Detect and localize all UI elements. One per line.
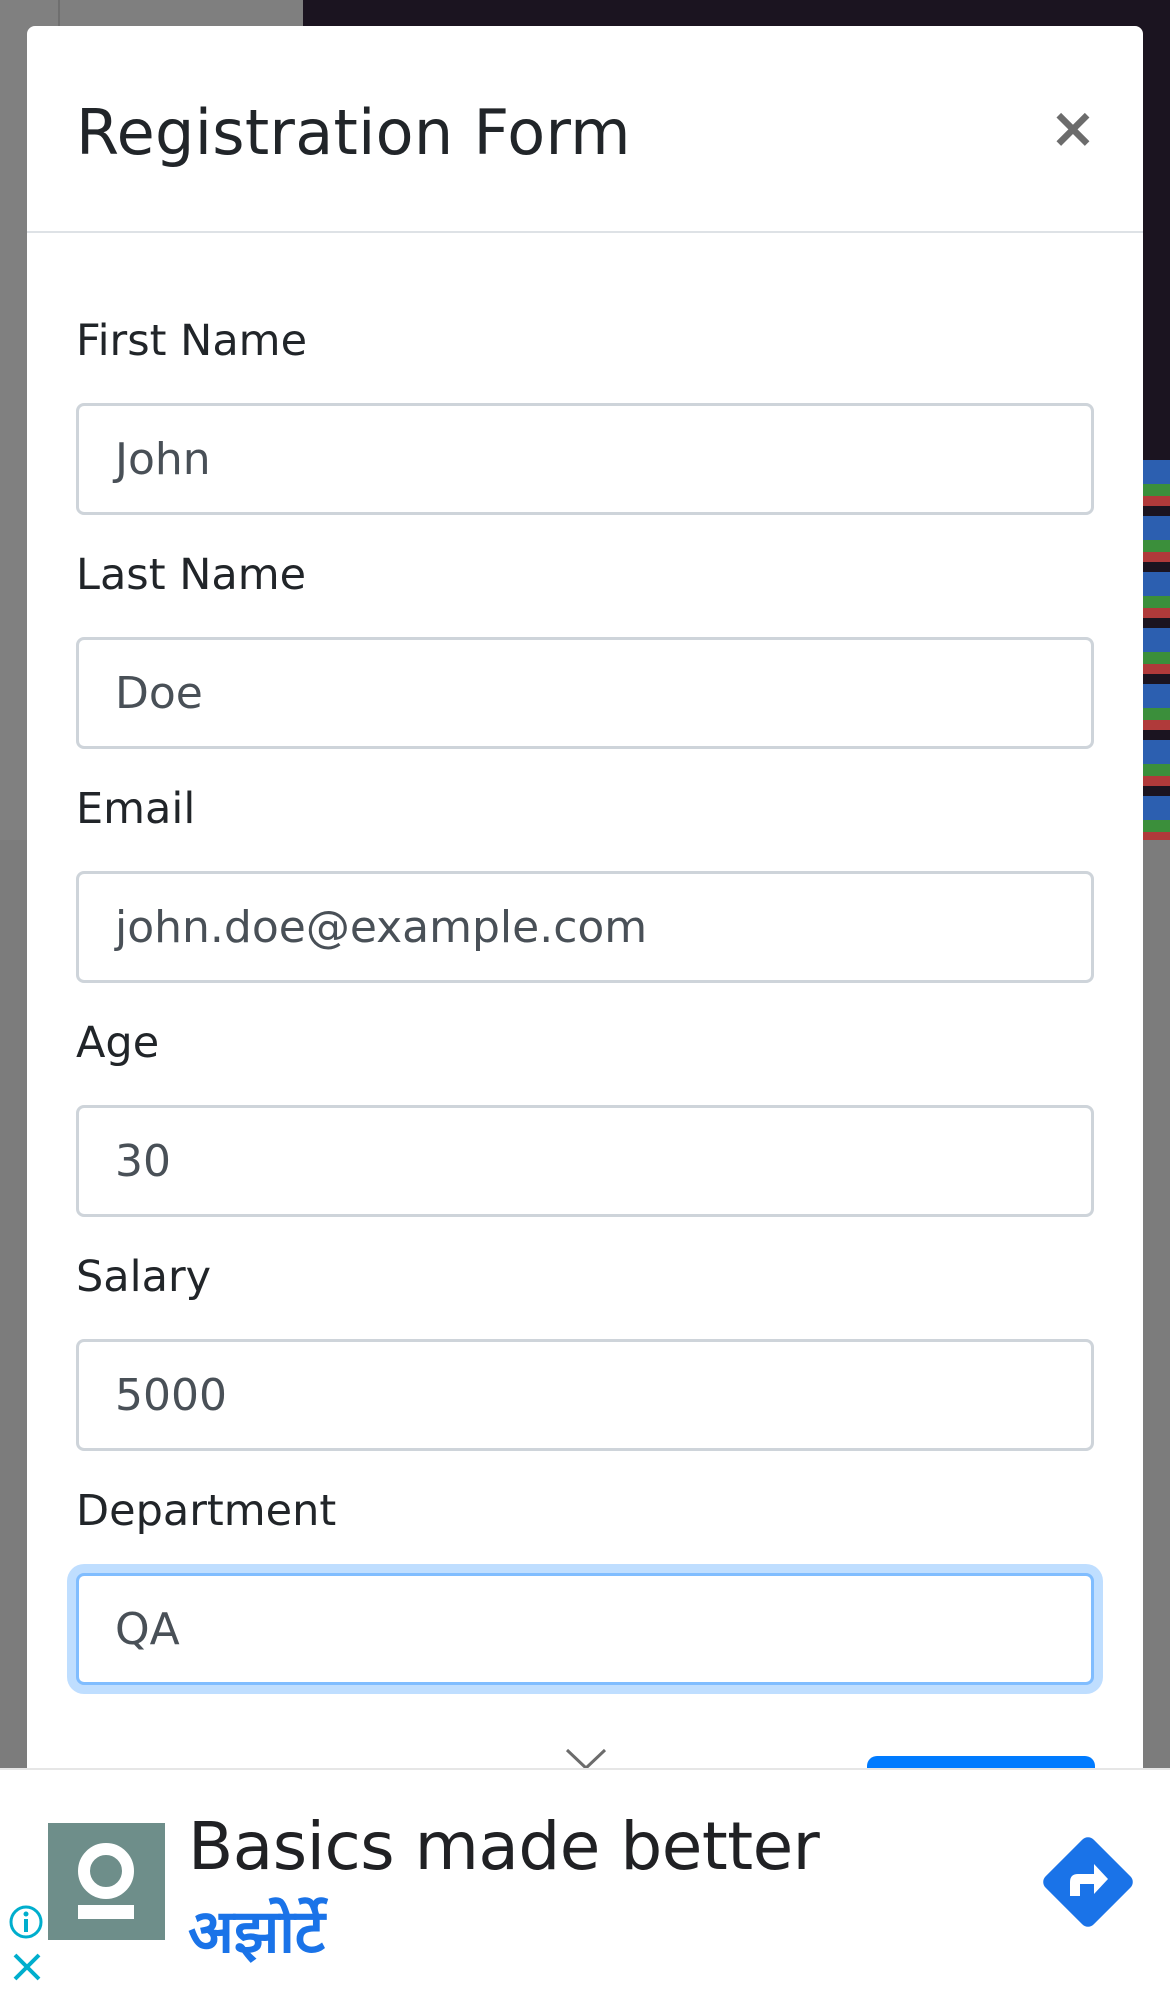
email-input[interactable]: john.doe@example.com (76, 871, 1094, 983)
first-name-input[interactable]: John (76, 403, 1094, 515)
background-game-strip (1140, 460, 1170, 840)
ad-close-icon[interactable] (10, 1950, 44, 1984)
modal-header: Registration Form × (27, 26, 1143, 233)
salary-label: Salary (76, 1252, 212, 1302)
ad-banner[interactable]: Basics made better अझोर्टे (0, 1768, 1170, 1992)
registration-modal: Registration Form × First Name John Last… (27, 26, 1143, 1992)
close-button[interactable]: × (1043, 96, 1103, 161)
department-input[interactable]: QA (76, 1573, 1094, 1685)
first-name-label: First Name (76, 316, 308, 366)
age-input[interactable]: 30 (76, 1105, 1094, 1217)
last-name-input[interactable]: Doe (76, 637, 1094, 749)
person-icon (48, 1823, 165, 1940)
age-label: Age (76, 1018, 160, 1068)
email-label: Email (76, 784, 196, 834)
salary-input[interactable]: 5000 (76, 1339, 1094, 1451)
ad-brand[interactable]: अझोर्टे (188, 1888, 325, 1970)
ad-headline[interactable]: Basics made better (188, 1808, 820, 1885)
modal-title: Registration Form (76, 96, 631, 169)
last-name-label: Last Name (76, 550, 307, 600)
info-icon[interactable] (8, 1904, 44, 1940)
directions-arrow-icon[interactable] (1036, 1830, 1140, 1934)
department-label: Department (76, 1486, 337, 1536)
